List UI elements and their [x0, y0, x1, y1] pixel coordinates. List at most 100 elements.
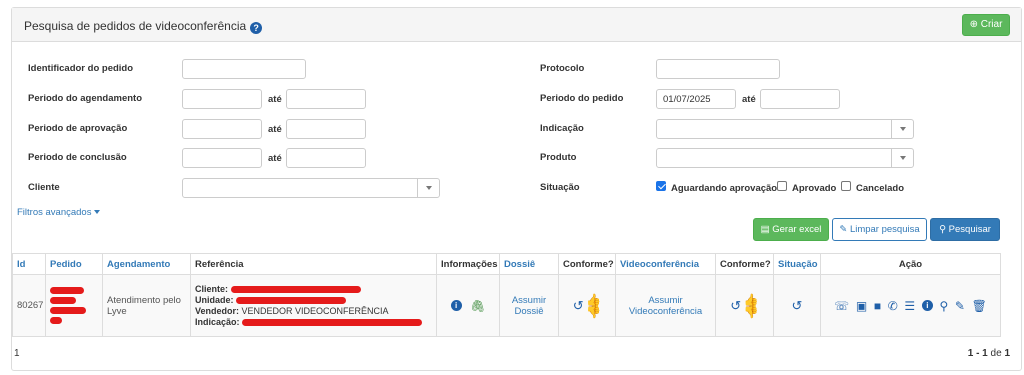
thumbs-down-icon[interactable]: 👎 [586, 306, 601, 318]
assumir-dossie-link[interactable]: Assumir Dossiê [512, 295, 546, 317]
orders-table: Id Pedido Agendamento Referência Informa… [12, 253, 1001, 337]
thumbs-up-icon[interactable]: 👍 [586, 294, 601, 306]
aguardando-checkbox[interactable] [656, 181, 666, 191]
cell-referencia: Cliente: Unidade: Vendedor: VENDEDOR VID… [190, 274, 437, 337]
clipboard-user-icon[interactable]: ▣ [856, 300, 867, 312]
eraser-icon: ✎ [839, 224, 848, 235]
col-dossie[interactable]: Dossiê [499, 253, 559, 275]
ref-cliente: Cliente: [195, 284, 432, 295]
search-icon: ⚲ [939, 224, 947, 235]
periodo-agendamento-label: Periodo do agendamento [28, 93, 143, 104]
col-conforme-2: Conforme? [715, 253, 774, 275]
panel-header: Pesquisa de pedidos de videoconferência?… [12, 8, 1021, 42]
cell-informacoes: i 🖇 [436, 274, 500, 337]
col-pedido[interactable]: Pedido [45, 253, 103, 275]
create-button[interactable]: ⊕ Criar [962, 14, 1010, 36]
page-title-text: Pesquisa de pedidos de videoconferência [24, 19, 247, 33]
table-row: 80267 Atendimento pelo Lyve Cliente: Uni… [12, 274, 1001, 337]
search-icon[interactable]: ⚲ [939, 300, 948, 312]
ref-indicacao-label: Indicação: [195, 316, 240, 327]
ref-vendedor-label: Vendedor: [195, 305, 240, 316]
col-videoconferencia[interactable]: Videoconferência [615, 253, 716, 275]
periodo-pedido-label: Periodo do pedido [540, 93, 624, 104]
ref-vendedor: Vendedor: VENDEDOR VIDEOCONFERÊNCIA [195, 306, 432, 317]
col-situacao[interactable]: Situação [773, 253, 821, 275]
current-page: 1 [14, 348, 20, 359]
history-icon[interactable]: ↺ [730, 299, 741, 312]
cell-dossie: Assumir Dossiê [499, 274, 559, 337]
history-icon[interactable]: ↺ [573, 299, 584, 312]
col-id[interactable]: Id [12, 253, 46, 275]
col-referencia: Referência [190, 253, 437, 275]
aprovado-checkbox[interactable] [777, 181, 787, 191]
pagination-range: 1 - 1 [967, 348, 988, 359]
pagination-total: 1 [1004, 348, 1010, 359]
redaction-mark [236, 296, 347, 304]
ref-vendedor-value: VENDEDOR VIDEOCONFERÊNCIA [241, 305, 389, 316]
help-icon[interactable]: ? [250, 22, 263, 34]
search-button[interactable]: ⚲ Pesquisar [930, 218, 1000, 241]
trash-icon[interactable]: 🗑 [972, 300, 987, 312]
cell-videoconferencia: Assumir Videoconferência [615, 274, 716, 337]
identificador-label: Identificador do pedido [28, 63, 134, 74]
col-acao: Ação [820, 253, 1001, 275]
col-conforme: Conforme? [558, 253, 616, 275]
cell-acao: ☏ ▣ ■ ✆ ☰ i ⚲ ✎ 🗑 [820, 274, 1001, 337]
protocolo-label: Protocolo [540, 63, 585, 74]
chevron-down-icon [417, 179, 439, 197]
list-alt-icon[interactable]: ☰ [904, 300, 915, 312]
thumbs-up-icon[interactable]: 👍 [744, 294, 759, 306]
thumbs-down-icon[interactable]: 👎 [744, 306, 759, 318]
advanced-filters-label: Filtros avançados [17, 207, 92, 218]
pedido-from-input[interactable] [656, 89, 736, 109]
clear-search-button[interactable]: ✎ Limpar pesquisa [832, 218, 927, 241]
history-icon[interactable]: ↺ [792, 299, 803, 312]
produto-select[interactable] [656, 148, 914, 168]
cell-conforme-2: ↺ 👍 👎 [715, 274, 774, 337]
agendamento-to-input[interactable] [286, 89, 366, 109]
pagination-of: de [990, 348, 1002, 359]
info-icon[interactable]: i [921, 300, 933, 311]
whatsapp-icon[interactable]: ☏ [834, 300, 849, 312]
table-header-row: Id Pedido Agendamento Referência Informa… [12, 253, 1001, 275]
phone-icon[interactable]: ✆ [888, 300, 898, 312]
search-label: Pesquisar [948, 224, 991, 235]
chevron-down-icon [891, 120, 913, 138]
thumbs-group: 👍 👎 [744, 294, 759, 318]
agendamento-from-input[interactable] [182, 89, 262, 109]
redaction-mark [50, 297, 76, 304]
conclusao-to-input[interactable] [286, 148, 366, 168]
identificador-input[interactable] [182, 59, 306, 79]
indicacao-select[interactable] [656, 119, 914, 139]
cancelado-checkbox[interactable] [841, 181, 851, 191]
aprovacao-to-input[interactable] [286, 119, 366, 139]
advanced-filters-link[interactable]: Filtros avançados [17, 207, 101, 218]
situacao-label: Situação [540, 182, 580, 193]
page-title: Pesquisa de pedidos de videoconferência? [24, 19, 263, 34]
cliente-select[interactable] [182, 178, 440, 198]
cell-pedido [45, 274, 103, 337]
cell-agendamento: Atendimento pelo Lyve [102, 274, 191, 337]
col-agendamento[interactable]: Agendamento [102, 253, 191, 275]
ate-label: até [268, 153, 282, 164]
edit-icon[interactable]: ✎ [955, 300, 965, 312]
cell-id: 80267 [12, 274, 46, 337]
generate-excel-button[interactable]: ▤ Gerar excel [753, 218, 829, 241]
caret-down-icon [94, 210, 101, 214]
ref-indicacao: Indicação: [195, 317, 432, 328]
video-camera-icon[interactable]: ■ [874, 300, 881, 312]
redaction-mark [230, 285, 361, 293]
pedido-to-input[interactable] [760, 89, 840, 109]
thumbs-group: 👍 👎 [586, 294, 601, 318]
redaction-mark [50, 307, 86, 314]
aprovacao-from-input[interactable] [182, 119, 262, 139]
conclusao-from-input[interactable] [182, 148, 262, 168]
protocolo-input[interactable] [656, 59, 780, 79]
info-icon[interactable]: i [450, 300, 462, 311]
aguardando-label: Aguardando aprovação [671, 183, 778, 194]
assumir-videoconferencia-link[interactable]: Assumir Videoconferência [629, 295, 702, 317]
produto-label: Produto [540, 152, 577, 163]
create-label: Criar [980, 19, 1003, 30]
paperclip-icon[interactable]: 🖇 [470, 300, 485, 312]
ate-label: até [268, 124, 282, 135]
